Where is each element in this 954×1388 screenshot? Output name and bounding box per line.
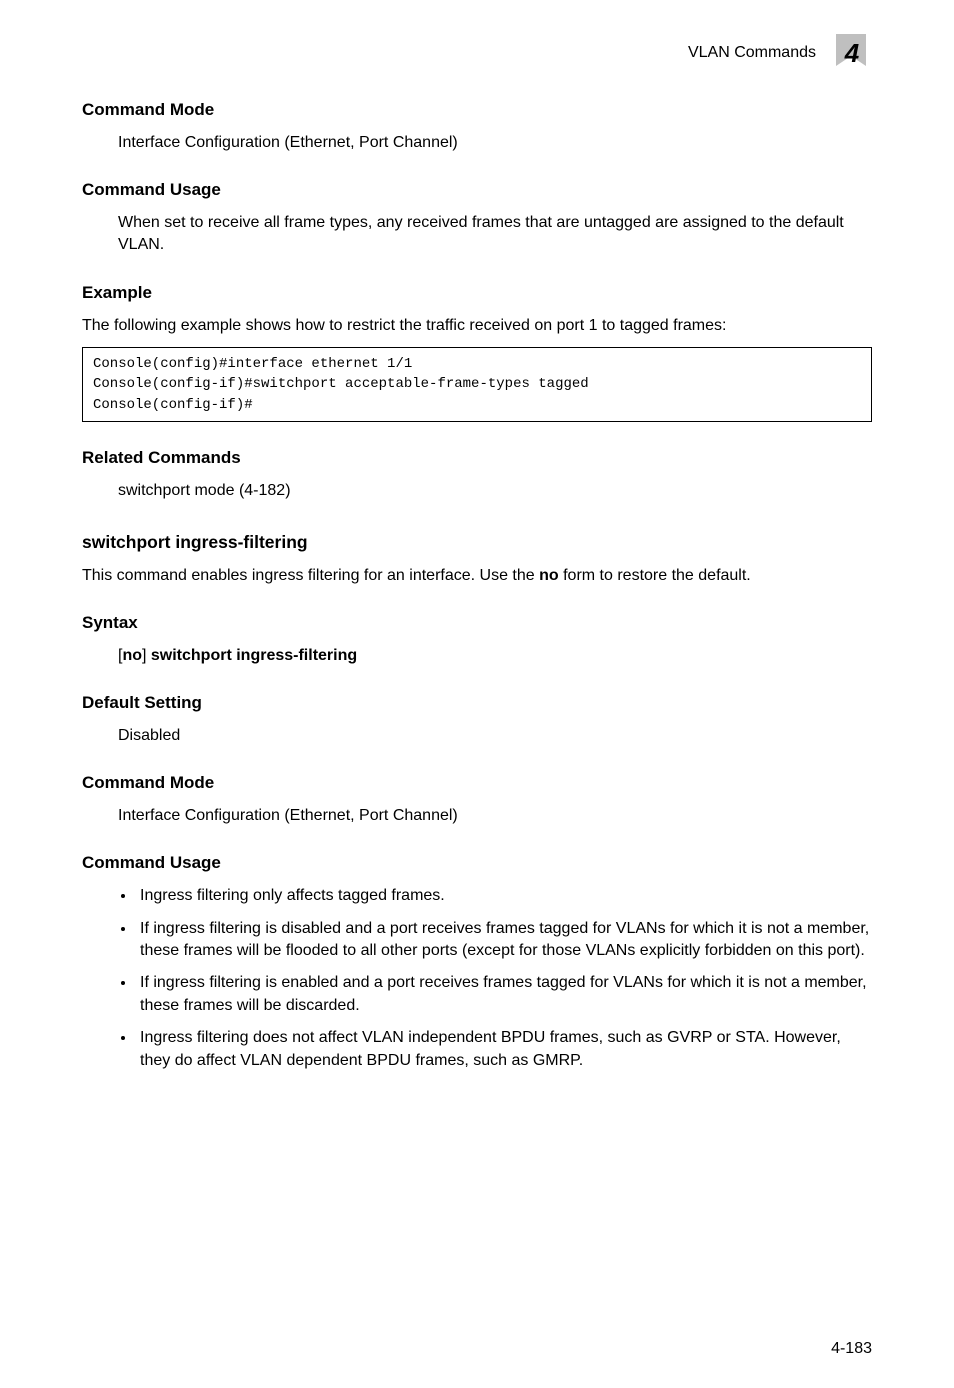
chapter-number: 4 xyxy=(843,35,859,71)
running-title: VLAN Commands xyxy=(688,42,816,64)
heading-command-mode-2: Command Mode xyxy=(82,771,872,795)
syntax-line: [no] switchport ingress-filtering xyxy=(118,645,872,667)
heading-syntax: Syntax xyxy=(82,611,872,635)
page: VLAN Commands 4 Command Mode Interface C… xyxy=(0,0,954,1388)
command-mode-text-1: Interface Configuration (Ethernet, Port … xyxy=(118,132,872,154)
subsection-intro: This command enables ingress filtering f… xyxy=(82,565,872,587)
list-item: If ingress filtering is disabled and a p… xyxy=(136,918,872,963)
chapter-bookmark-icon: 4 xyxy=(830,32,872,74)
syntax-command: switchport ingress-filtering xyxy=(151,647,357,664)
example-intro: The following example shows how to restr… xyxy=(82,315,872,337)
default-setting-text: Disabled xyxy=(118,725,872,747)
heading-example: Example xyxy=(82,281,872,305)
related-commands-text: switchport mode (4-182) xyxy=(118,480,872,502)
list-item: If ingress filtering is enabled and a po… xyxy=(136,972,872,1017)
heading-command-usage-2: Command Usage xyxy=(82,851,872,875)
heading-related-commands: Related Commands xyxy=(82,446,872,470)
subsection-title: switchport ingress-filtering xyxy=(82,530,872,555)
command-usage-list: Ingress filtering only affects tagged fr… xyxy=(118,885,872,1072)
command-mode-text-2: Interface Configuration (Ethernet, Port … xyxy=(118,805,872,827)
heading-command-usage-1: Command Usage xyxy=(82,178,872,202)
syntax-no: no xyxy=(122,647,142,664)
intro-text-before: This command enables ingress filtering f… xyxy=(82,567,539,584)
code-block: Console(config)#interface ethernet 1/1 C… xyxy=(82,347,872,422)
list-item: Ingress filtering only affects tagged fr… xyxy=(136,885,872,907)
list-item: Ingress filtering does not affect VLAN i… xyxy=(136,1027,872,1072)
page-number: 4-183 xyxy=(831,1338,872,1360)
intro-text-bold: no xyxy=(539,567,559,584)
syntax-close-bracket: ] xyxy=(142,647,151,664)
running-header: VLAN Commands 4 xyxy=(82,32,872,74)
intro-text-after: form to restore the default. xyxy=(559,567,751,584)
heading-command-mode-1: Command Mode xyxy=(82,98,872,122)
command-usage-text-1: When set to receive all frame types, any… xyxy=(118,212,872,257)
heading-default-setting: Default Setting xyxy=(82,691,872,715)
